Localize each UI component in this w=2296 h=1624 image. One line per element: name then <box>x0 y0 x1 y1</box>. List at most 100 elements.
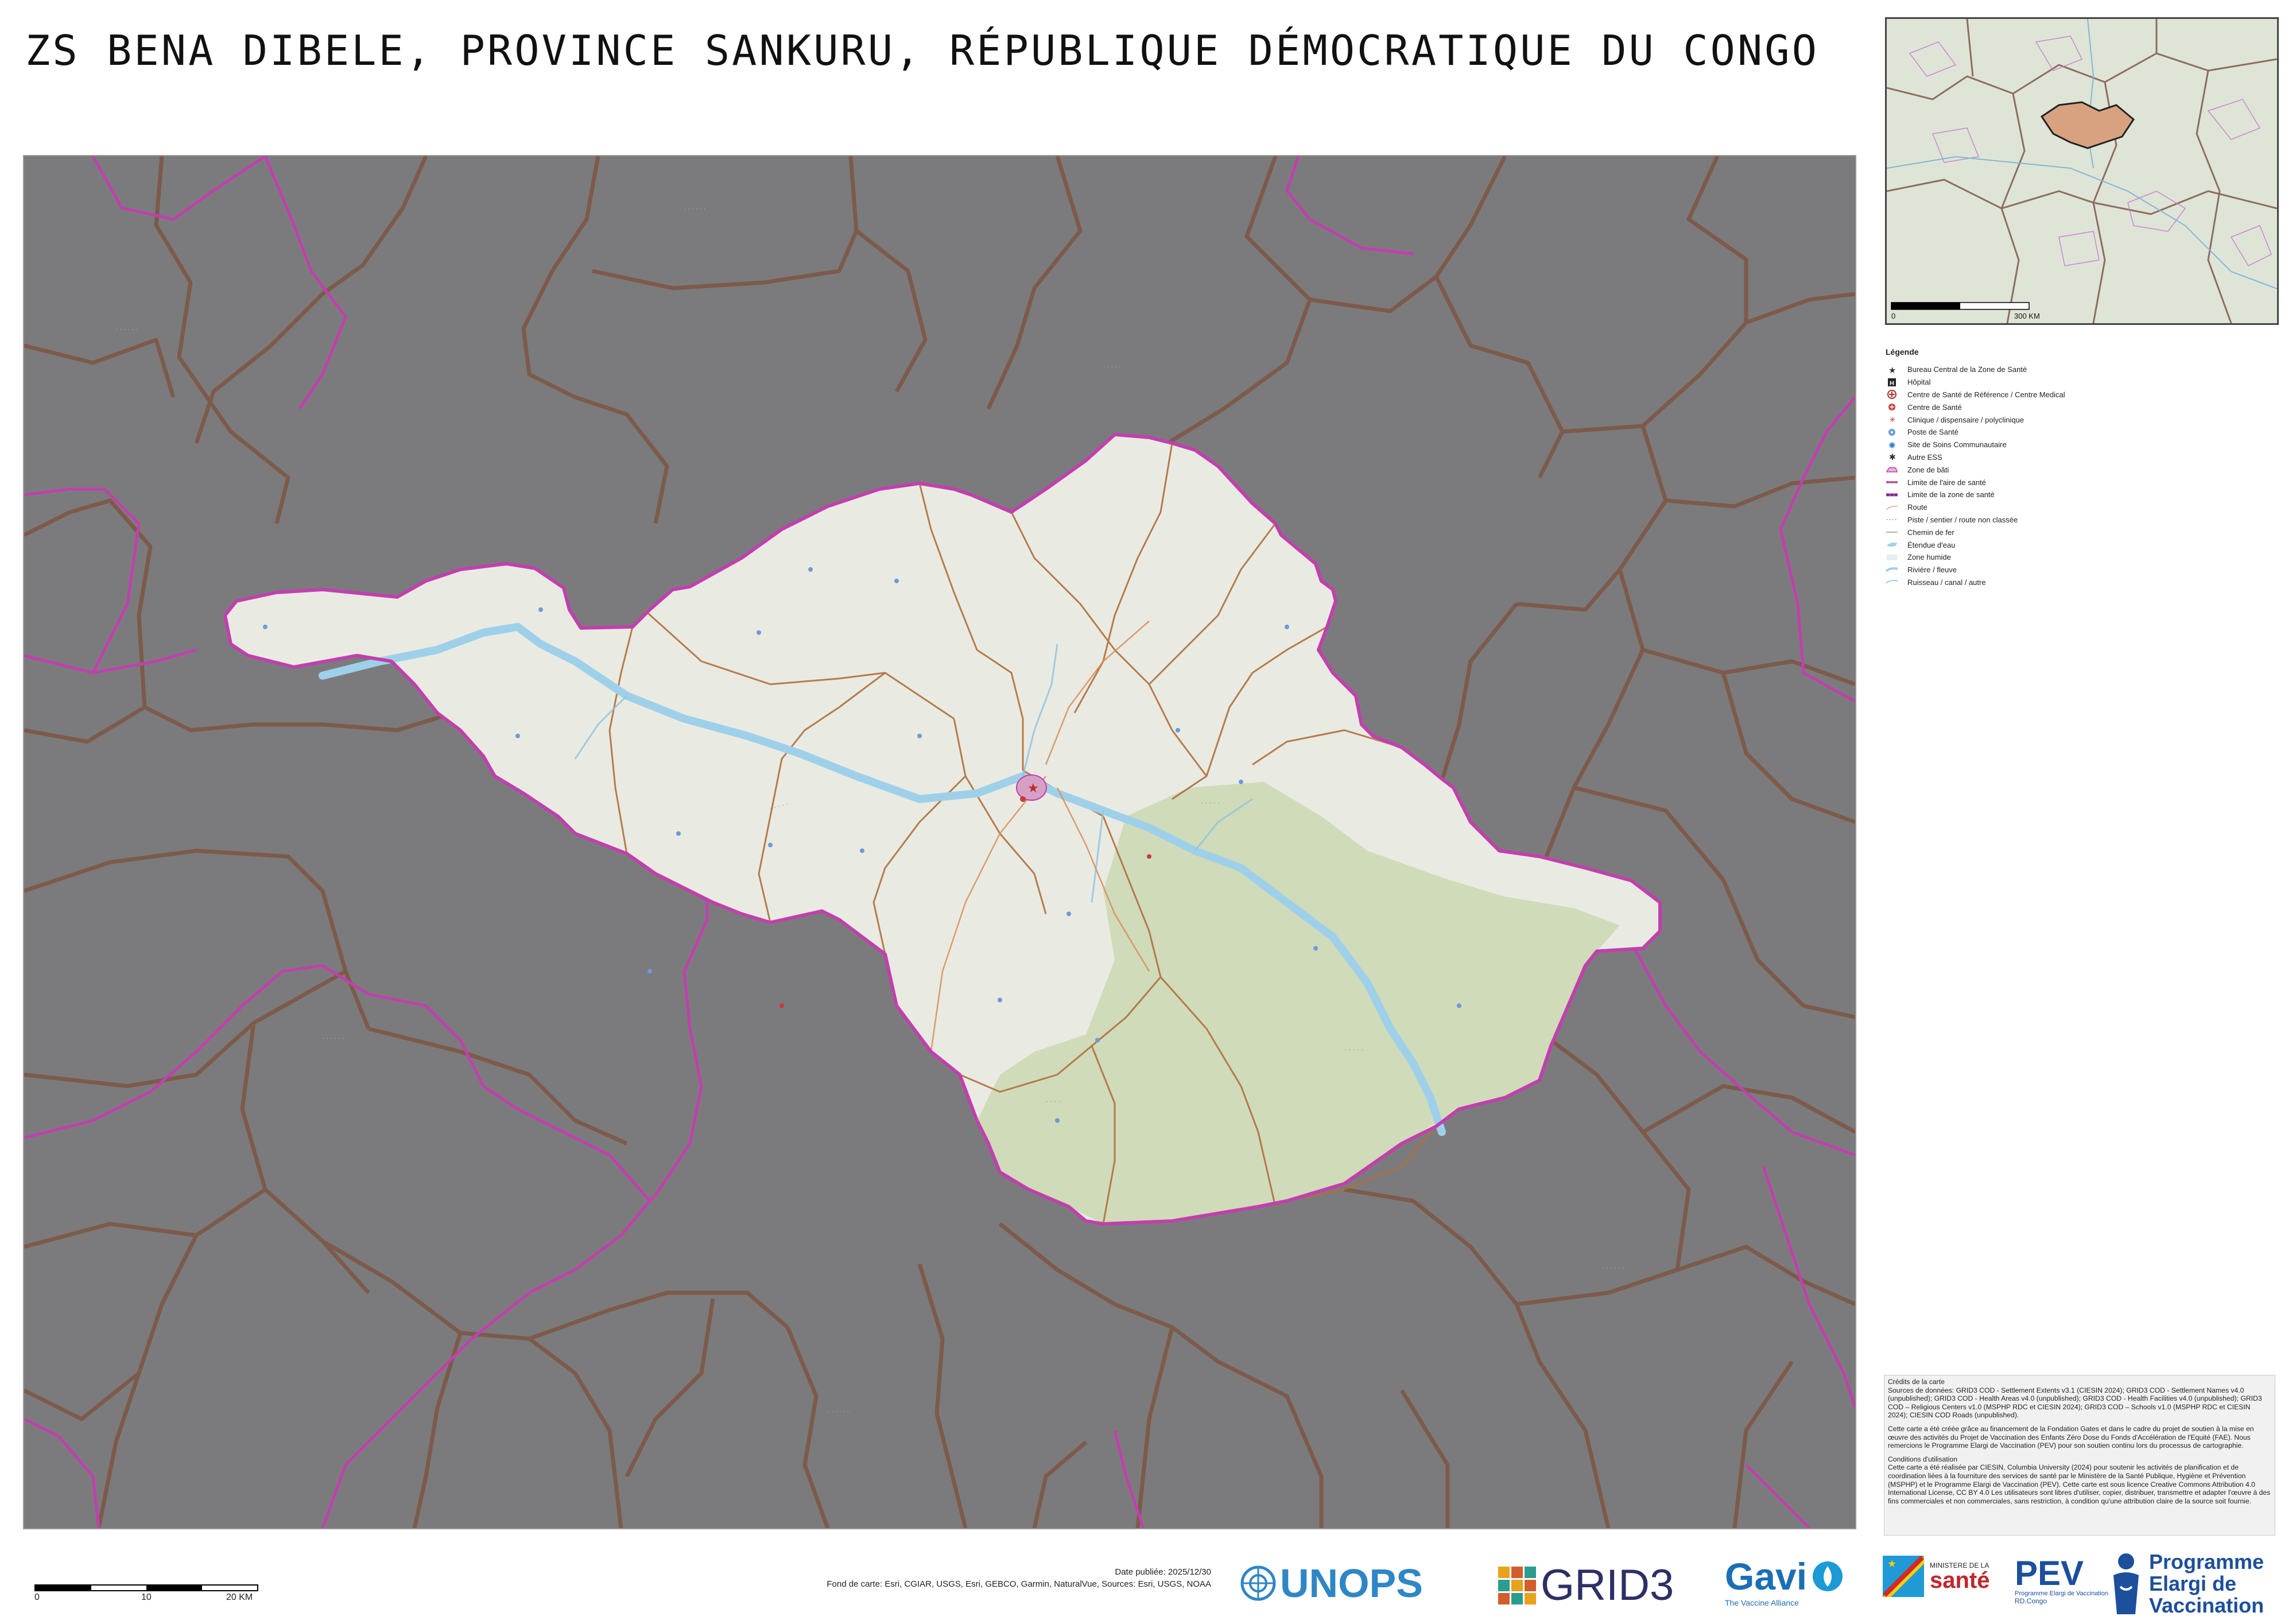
programme-text: Programme <box>2149 1550 2264 1573</box>
legend-item-label: Zone de bâti <box>1907 465 1949 474</box>
grid3-logo: GRID3 <box>1498 1560 1674 1610</box>
inset-scale-end: 300 KM <box>2014 312 2040 320</box>
svg-text:★: ★ <box>1888 366 1896 374</box>
railway-icon <box>1886 528 1898 537</box>
legend-item: H Hôpital <box>1886 376 2276 389</box>
legend-item-label: Bureau Central de la Zone de Santé <box>1907 365 2027 374</box>
water-body-icon <box>1886 540 1898 549</box>
credits-sources: Sources de données: GRID3 COD - Settleme… <box>1888 1386 2262 1420</box>
community-site-icon: ✺ <box>1886 440 1898 449</box>
elargi-text: Elargi de <box>2149 1572 2237 1595</box>
legend-item: Route <box>1886 501 2276 514</box>
legend-item-label: Centre de Santé de Référence / Centre Me… <box>1907 390 2065 399</box>
legend-item: ★ Bureau Central de la Zone de Santé <box>1886 363 2276 376</box>
un-emblem-icon <box>1240 1565 1276 1601</box>
legend-item: Zone de bâti <box>1886 463 2276 476</box>
svg-text:· · · · ·: · · · · · <box>1103 363 1121 370</box>
health-center-icon <box>1886 402 1898 412</box>
sante-label: santé <box>1930 1568 1990 1593</box>
partner-logos: UNOPS GRID3 Gavi The Vaccine Alliance ★ … <box>1240 1544 2285 1619</box>
clinic-icon: ✳ <box>1886 415 1898 424</box>
legend: Légende ★ Bureau Central de la Zone de Sa… <box>1886 347 2276 588</box>
ministere-sante-logo: ★ MINISTERE DE LA santé <box>1883 1556 1990 1597</box>
svg-text:· · · · · ·: · · · · · · <box>828 1408 849 1415</box>
main-map-canvas: · · · · · · · · · · · · · · · · · · · · … <box>24 156 1855 1528</box>
publication-info: Date publiée: 2025/12/30 Fond de carte: … <box>827 1566 1211 1590</box>
svg-text:· · · · · ·: · · · · · · <box>323 1035 344 1042</box>
hospital-icon: H <box>1886 378 1898 387</box>
gavi-subtitle: The Vaccine Alliance <box>1725 1598 1799 1607</box>
legend-item: ✺ Site de Soins Communautaire <box>1886 439 2276 451</box>
svg-text:★: ★ <box>1887 1558 1896 1569</box>
unops-text: UNOPS <box>1280 1561 1423 1606</box>
locator-inset-map[interactable]: 0 300 KM <box>1885 17 2279 325</box>
pev-country: RD.Congo <box>2015 1597 2047 1605</box>
basemap-credit: Fond de carte: Esri, CGIAR, USGS, Esri, … <box>827 1579 1211 1589</box>
river-icon <box>1886 565 1898 575</box>
star-icon: ★ <box>1886 365 1898 374</box>
stream-icon <box>1886 577 1898 587</box>
legend-item-label: Étendue d'eau <box>1907 540 1956 549</box>
legend-item-label: Hôpital <box>1907 378 1931 387</box>
legend-item-label: Ruisseau / canal / autre <box>1907 577 1986 587</box>
vaccination-text: Vaccination <box>2149 1594 2264 1617</box>
legend-item-label: Poste de Santé <box>1907 428 1958 437</box>
scale-label-10: 10 <box>141 1592 152 1602</box>
legend-item: Poste de Santé <box>1886 426 2276 439</box>
vaccination-person-icon <box>2113 1553 2139 1614</box>
publication-date: Date publiée: 2025/12/30 <box>1115 1567 1211 1577</box>
legend-item-label: Chemin de fer <box>1907 528 1954 537</box>
svg-text:H: H <box>1890 380 1894 387</box>
svg-text:✱: ✱ <box>1889 452 1896 462</box>
legend-item-label: Rivière / fleuve <box>1907 565 1957 575</box>
legend-item-label: Route <box>1907 503 1927 512</box>
legend-item: Chemin de fer <box>1886 526 2276 538</box>
svg-text:· · · · ·: · · · · · <box>1201 799 1220 807</box>
pev-subtitle: Programme Elargi de Vaccination <box>2015 1590 2109 1597</box>
scale-label-0: 0 <box>34 1592 40 1602</box>
drc-flag-icon: ★ <box>1883 1556 1924 1597</box>
reference-center-icon <box>1886 390 1898 400</box>
legend-item-label: Clinique / dispensaire / polyclinique <box>1907 415 2024 424</box>
legend-list: ★ Bureau Central de la Zone de Santé H Hôpi… <box>1886 363 2276 588</box>
track-icon <box>1886 515 1898 524</box>
legend-item: ✳ Clinique / dispensaire / polyclinique <box>1886 413 2276 426</box>
legend-item-label: Piste / sentier / route non classée <box>1907 515 2018 524</box>
legend-item-label: Site de Soins Communautaire <box>1907 440 2007 449</box>
gavi-logo: Gavi The Vaccine Alliance <box>1725 1555 1845 1607</box>
legend-item: Étendue d'eau <box>1886 538 2276 551</box>
inset-scale-start: 0 <box>1891 312 1895 320</box>
svg-text:✺: ✺ <box>1888 441 1896 449</box>
legend-item: Centre de Santé <box>1886 401 2276 413</box>
built-area-icon <box>1886 465 1898 474</box>
central-office-star-icon: ★ <box>1027 781 1039 796</box>
legend-item-label: Autre ESS <box>1907 452 1942 462</box>
svg-text:· · · · · ·: · · · · · · <box>684 206 705 212</box>
scale-bar-graphic <box>34 1584 258 1591</box>
pev-text: PEV <box>2015 1554 2084 1592</box>
svg-text:· · · ·: · · · · <box>1046 1097 1061 1105</box>
scale-label-20: 20 KM <box>226 1592 253 1602</box>
legend-item: ✱ Autre ESS <box>1886 451 2276 464</box>
legend-item: Centre de Santé de Référence / Centre Me… <box>1886 389 2276 401</box>
legend-item-label: Limite de l'aire de santé <box>1907 478 1986 487</box>
main-map[interactable]: · · · · · · · · · · · · · · · · · · · · … <box>23 155 1856 1529</box>
legend-item: Limite de l'aire de santé <box>1886 476 2276 489</box>
inset-map-canvas: 0 300 KM <box>1887 19 2277 323</box>
legend-item: Piste / sentier / route non classée <box>1886 514 2276 526</box>
health-post-icon <box>1886 428 1898 437</box>
grid3-text: GRID3 <box>1541 1561 1674 1610</box>
legend-item: Zone humide <box>1886 551 2276 564</box>
credits-funding: Cette carte a été créée grâce au finance… <box>1888 1424 2254 1450</box>
pev-logo: PEV Programme Elargi de Vaccination RD.C… <box>2015 1554 2109 1606</box>
gavi-text: Gavi <box>1725 1555 1808 1598</box>
credits-heading: Crédits de la carte <box>1888 1378 1945 1386</box>
road-icon <box>1886 503 1898 512</box>
svg-text:· · · · ·: · · · · · <box>1344 1045 1363 1053</box>
health-area-boundary-icon <box>1886 478 1898 487</box>
health-zone-boundary-icon <box>1886 490 1898 499</box>
conditions-heading: Conditions d'utilisation <box>1888 1455 1957 1463</box>
other-ess-icon: ✱ <box>1886 452 1898 462</box>
legend-title: Légende <box>1886 347 1919 356</box>
svg-text:· · · · · ·: · · · · · · <box>1603 1265 1624 1272</box>
